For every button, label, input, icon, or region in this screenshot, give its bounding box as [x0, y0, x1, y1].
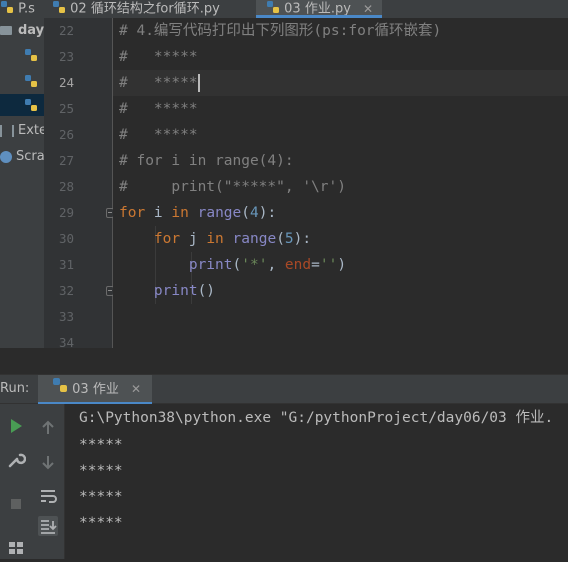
- tab-label: 02 循环结构之for循环.py: [70, 1, 220, 17]
- run-label: Run:: [0, 381, 30, 396]
- line-number: 30: [58, 231, 74, 246]
- scratches-icon: [0, 150, 12, 163]
- tree-file-item[interactable]: [0, 70, 44, 92]
- close-tab-icon[interactable]: ✕: [363, 2, 373, 16]
- layout-icon[interactable]: [6, 538, 26, 558]
- code-line-29: for i in range(4):: [119, 205, 277, 221]
- line-number: 32: [58, 283, 74, 298]
- code-line-28: # print("*****", '\r'): [119, 179, 346, 195]
- console-line: *****: [79, 437, 123, 453]
- run-config-tab[interactable]: 03 作业 ✕: [38, 375, 152, 405]
- stop-icon[interactable]: [6, 494, 26, 514]
- line-number: 22: [58, 23, 74, 38]
- code-line-26: # *****: [119, 127, 198, 143]
- tree-file-item[interactable]: [0, 44, 44, 66]
- run-left-toolbar: [0, 404, 33, 559]
- line-number: 29: [58, 205, 74, 220]
- console-line: *****: [79, 515, 123, 531]
- python-file-icon: [24, 74, 38, 92]
- python-file-icon: [0, 0, 14, 18]
- run-console-toolbar: [32, 404, 65, 559]
- tab-ps[interactable]: P.s: [0, 0, 48, 18]
- line-number: 28: [58, 179, 74, 194]
- tree-scratches[interactable]: Scra: [0, 146, 44, 168]
- python-file-icon: [266, 0, 280, 15]
- tab-homework-file[interactable]: 03 作业.py ✕: [256, 0, 382, 18]
- line-number: 31: [58, 257, 74, 272]
- code-line-30: for j in range(5):: [153, 231, 312, 247]
- line-number-gutter: 22 23 24 25 26 27 28 29 30 31 32 33 34: [44, 18, 114, 350]
- code-line-32: print(): [153, 283, 216, 299]
- code-line-31: print('*', end=''): [188, 257, 347, 273]
- console-line: *****: [79, 489, 123, 505]
- project-tree: day Exte Scra: [0, 18, 45, 348]
- python-file-icon: [24, 48, 38, 66]
- folder-icon: [0, 26, 12, 35]
- text-caret: [197, 74, 200, 92]
- line-number: 27: [58, 153, 74, 168]
- tree-folder-day[interactable]: day: [0, 20, 44, 42]
- arrow-down-icon[interactable]: [38, 452, 58, 472]
- code-line-25: # *****: [119, 101, 198, 117]
- line-number: 23: [58, 49, 74, 64]
- python-run-icon: [52, 376, 68, 404]
- scroll-to-end-icon[interactable]: [38, 516, 58, 536]
- line-number-current: 24: [58, 75, 74, 90]
- line-number: 26: [58, 127, 74, 142]
- library-icon: [0, 124, 14, 137]
- tree-file-item-selected[interactable]: [0, 94, 44, 116]
- tab-label: 03 作业.py: [284, 1, 351, 17]
- code-line-22: # 4.编写代码打印出下列图形(ps:for循环嵌套): [119, 23, 442, 39]
- rerun-icon[interactable]: [6, 416, 26, 436]
- python-file-icon: [52, 0, 66, 18]
- run-toolwindow-header: Run: 03 作业 ✕: [0, 374, 568, 405]
- wrench-icon[interactable]: [6, 450, 27, 470]
- console-line: *****: [79, 463, 123, 479]
- close-run-tab-icon[interactable]: ✕: [131, 382, 141, 396]
- soft-wrap-icon[interactable]: [38, 486, 58, 506]
- code-line-23: # *****: [119, 49, 198, 65]
- run-tab-label: 03 作业: [72, 382, 119, 397]
- line-number: 34: [58, 335, 74, 350]
- code-editor[interactable]: # 4.编写代码打印出下列图形(ps:for循环嵌套) # ***** # **…: [113, 18, 568, 348]
- line-number: 25: [58, 101, 74, 116]
- editor-tab-bar: P.s 02 循环结构之for循环.py 03 作业.py ✕: [0, 0, 568, 19]
- tab-label: P.s: [18, 1, 35, 17]
- console-line: G:\Python38\python.exe "G:/pythonProject…: [79, 410, 554, 426]
- run-console-output[interactable]: G:\Python38\python.exe "G:/pythonProject…: [65, 404, 568, 559]
- python-file-icon: [24, 98, 38, 116]
- tree-external-libraries[interactable]: Exte: [0, 120, 44, 142]
- code-line-27: # for i in range(4):: [119, 153, 294, 169]
- arrow-up-icon[interactable]: [38, 418, 58, 438]
- tab-for-loop-file[interactable]: 02 循环结构之for循环.py: [52, 0, 250, 18]
- line-number: 33: [58, 309, 74, 324]
- code-line-24: # *****: [119, 74, 200, 92]
